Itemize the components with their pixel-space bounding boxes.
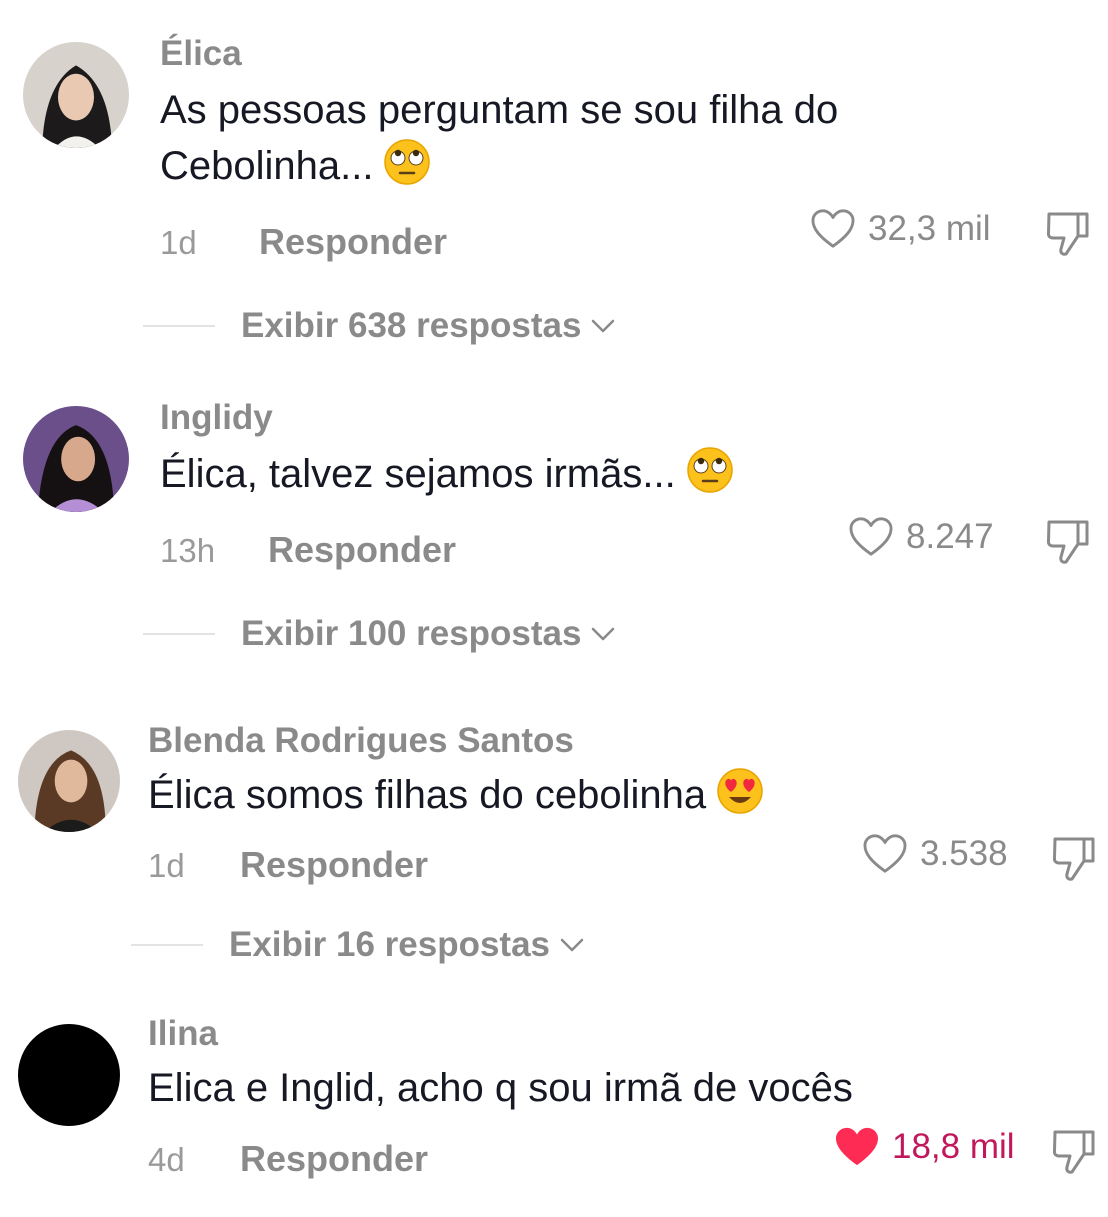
dislike-button[interactable] (1050, 1126, 1098, 1176)
view-replies-label: Exibir 638 respostas (241, 306, 582, 345)
heart-eyes-emoji-icon (716, 767, 764, 815)
avatar[interactable] (18, 1024, 120, 1126)
comment-username[interactable]: Inglidy (160, 398, 273, 438)
heart-outline-icon (849, 517, 893, 556)
divider (131, 944, 203, 946)
comment-timestamp: 1d (148, 847, 185, 884)
avatar[interactable] (23, 406, 129, 512)
like-button[interactable]: 32,3 mil (810, 208, 991, 250)
view-replies-button[interactable]: Exibir 100 respostas (143, 614, 615, 654)
like-button[interactable]: 8.247 (848, 516, 994, 558)
comment-text-line: Cebolinha... (160, 144, 374, 188)
heart-outline-icon (863, 834, 907, 873)
avatar[interactable] (23, 42, 129, 148)
view-replies-label: Exibir 100 respostas (241, 614, 582, 653)
comment-text: Élica somos filhas do cebolinha (148, 767, 764, 823)
comment-username[interactable]: Ilina (148, 1014, 218, 1054)
heart-filled-icon (836, 1127, 878, 1166)
reply-button[interactable]: Responder (240, 844, 428, 886)
chevron-down-icon (592, 319, 615, 333)
comment-timestamp: 13h (160, 532, 216, 569)
comment-text: Elica e Inglid, acho q sou irmã de vocês (148, 1060, 853, 1116)
view-replies-button[interactable]: Exibir 16 respostas (131, 925, 584, 965)
like-count: 18,8 mil (892, 1127, 1015, 1166)
reply-button[interactable]: Responder (259, 221, 447, 263)
reply-button[interactable]: Responder (240, 1138, 428, 1180)
comment-text-line: Élica, talvez sejamos irmãs... (160, 452, 676, 496)
comment-text-line: As pessoas perguntam se sou filha do (160, 88, 839, 132)
comment-item: Élica As pessoas perguntam se sou filha … (0, 0, 1108, 370)
dislike-button[interactable] (1050, 833, 1098, 883)
like-count: 8.247 (906, 517, 994, 556)
comment-username[interactable]: Blenda Rodrigues Santos (148, 721, 574, 761)
like-button[interactable]: 18,8 mil (834, 1126, 1015, 1168)
thumbs-down-icon (1046, 520, 1089, 564)
comment-text-line: Élica, talvez sejamos irmãs... (160, 446, 734, 502)
rolling-eyes-emoji-icon (383, 138, 431, 186)
reply-button[interactable]: Responder (268, 529, 456, 571)
like-count: 32,3 mil (868, 209, 991, 248)
divider (143, 633, 215, 635)
comment-text-line: Cebolinha... (160, 138, 838, 194)
comment-item: Ilina Elica e Inglid, acho q sou irmã de… (0, 0, 1108, 1179)
like-count: 3.538 (920, 834, 1008, 873)
comment-text-line: Elica e Inglid, acho q sou irmã de vocês (148, 1066, 853, 1110)
thumbs-down-icon (1052, 837, 1095, 881)
like-button[interactable]: 3.538 (862, 833, 1008, 875)
view-replies-label: Exibir 16 respostas (229, 925, 550, 964)
view-replies-button[interactable]: Exibir 638 respostas (143, 306, 615, 346)
heart-outline-icon (811, 209, 855, 248)
avatar[interactable] (18, 730, 120, 832)
chevron-down-icon (592, 627, 615, 641)
comment-username[interactable]: Élica (160, 34, 242, 74)
comment-text: As pessoas perguntam se sou filha do Ceb… (160, 82, 838, 194)
thumbs-down-icon (1052, 1130, 1095, 1174)
thumbs-down-icon (1046, 212, 1089, 256)
dislike-button[interactable] (1044, 516, 1092, 566)
comment-text-line: Élica somos filhas do cebolinha (148, 767, 764, 823)
comment-text-line: Élica somos filhas do cebolinha (148, 773, 707, 817)
chevron-down-icon (560, 938, 584, 952)
divider (143, 325, 215, 327)
dislike-button[interactable] (1044, 208, 1092, 258)
comment-text: Élica, talvez sejamos irmãs... (160, 446, 734, 502)
comment-timestamp: 1d (160, 224, 197, 261)
rolling-eyes-emoji-icon (686, 446, 734, 494)
comment-timestamp: 4d (148, 1141, 185, 1178)
